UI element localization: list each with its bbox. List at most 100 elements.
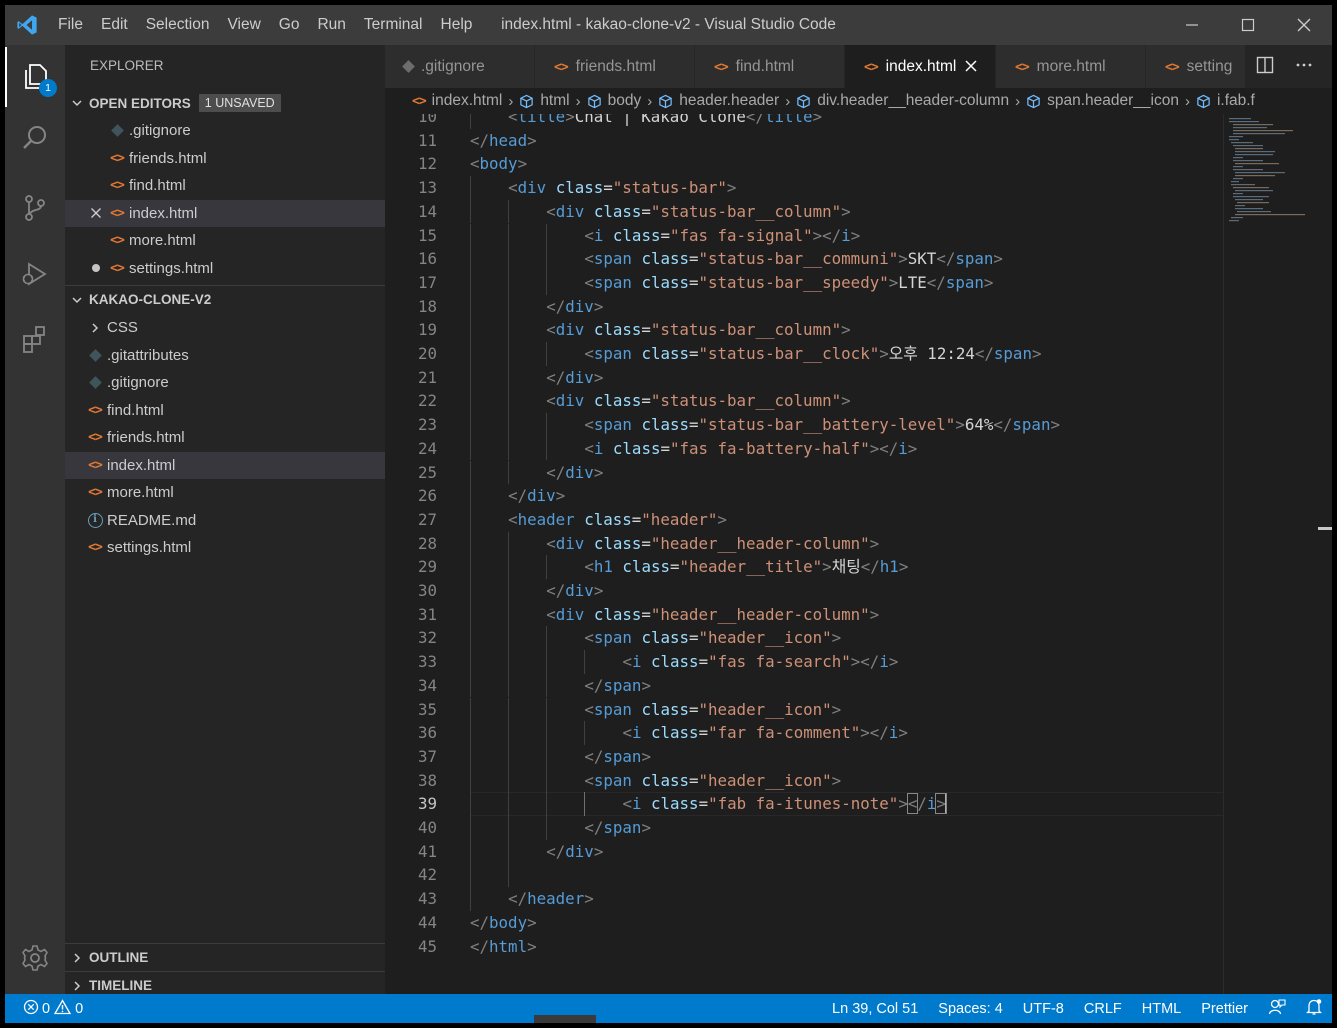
breadcrumb-item[interactable]: html	[519, 92, 570, 110]
line-number: 42	[417, 865, 437, 885]
outline-header[interactable]: OUTLINE	[65, 943, 385, 971]
tab-more-html[interactable]: <> more.html	[996, 45, 1146, 88]
tab-friends-html[interactable]: <> friends.html	[535, 45, 695, 88]
code-text: <div class="status-bar">	[508, 176, 736, 200]
breadcrumb-label: div.header__header-column	[817, 92, 1010, 109]
problems-indicator[interactable]: 0 0	[5, 998, 83, 1019]
indent-guide	[508, 863, 510, 888]
encoding[interactable]: UTF-8	[1013, 994, 1074, 1023]
prettier-status[interactable]: Prettier	[1191, 994, 1258, 1023]
indent-guide	[546, 768, 548, 793]
tab-setting[interactable]: <> setting	[1146, 45, 1246, 88]
breadcrumb-item[interactable]: header.header	[658, 92, 779, 110]
file-item[interactable]: .gitattributes	[65, 342, 385, 369]
open-editor-item[interactable]: .gitignore	[65, 117, 385, 144]
run-debug-button[interactable]	[5, 245, 65, 305]
html-icon: <>	[88, 540, 103, 555]
menu-go[interactable]: Go	[270, 5, 309, 45]
end-of-line[interactable]: CRLF	[1074, 994, 1132, 1023]
code-text: </span>	[584, 674, 651, 698]
language-mode[interactable]: HTML	[1132, 994, 1191, 1023]
vscode-logo-icon	[5, 5, 49, 45]
code-token: </	[470, 912, 490, 932]
file-item[interactable]: <> more.html	[65, 479, 385, 506]
menu-selection[interactable]: Selection	[137, 5, 219, 45]
menu-edit[interactable]: Edit	[92, 5, 137, 45]
more-actions-icon[interactable]	[1295, 56, 1313, 77]
file-item[interactable]: <> find.html	[65, 397, 385, 424]
minimize-button[interactable]	[1164, 5, 1220, 45]
open-editor-item[interactable]: <> index.html	[65, 199, 385, 227]
code-line: 40 </span>	[385, 816, 1223, 840]
split-editor-icon[interactable]	[1256, 56, 1274, 77]
breadcrumb-item[interactable]: span.header__icon	[1026, 92, 1179, 110]
tab-gitignore[interactable]: .gitignore	[385, 45, 535, 88]
manage-button[interactable]	[5, 929, 65, 989]
breadcrumb-item[interactable]: i.fab.f	[1196, 92, 1255, 110]
indent-guide	[470, 436, 471, 461]
code-line: 14 <div class="status-bar__column">	[385, 200, 1223, 224]
file-item[interactable]: i README.md	[65, 507, 385, 534]
vertical-scrollbar[interactable]	[1318, 114, 1332, 994]
file-item[interactable]: <> index.html	[65, 451, 385, 479]
cursor-position[interactable]: Ln 39, Col 51	[822, 994, 928, 1023]
breadcrumb-item[interactable]: body	[587, 92, 641, 110]
html-icon: <>	[412, 93, 427, 109]
code-text: <span class="status-bar__communi">SKT</s…	[584, 247, 1003, 271]
indent-guide	[508, 555, 510, 579]
open-editor-item[interactable]: <> find.html	[65, 172, 385, 199]
minimap[interactable]	[1223, 114, 1323, 994]
menu-run[interactable]: Run	[308, 5, 354, 45]
code-token: </	[926, 272, 946, 292]
open-editor-item[interactable]: <> friends.html	[65, 145, 385, 172]
code-token: <	[584, 438, 594, 458]
explorer-button[interactable]: 1	[5, 47, 65, 107]
breadcrumb-separator: ›	[647, 92, 653, 110]
menu-help[interactable]: Help	[432, 5, 482, 45]
symbol-cube-icon	[587, 94, 602, 109]
close-icon[interactable]	[85, 207, 107, 219]
code-editor[interactable]: 10 <title>Chat | Kakao Clone</title> 11 </h…	[385, 114, 1332, 994]
code-token: "status-bar__column"	[650, 201, 842, 221]
menu-file[interactable]: File	[49, 5, 92, 45]
code-token: class	[641, 272, 689, 292]
file-item[interactable]: .gitignore	[65, 369, 385, 396]
line-number: 45	[417, 936, 437, 956]
search-button[interactable]	[5, 109, 65, 169]
close-tab-icon[interactable]	[965, 57, 977, 77]
feedback-button[interactable]	[1258, 994, 1296, 1023]
code-token: class	[593, 533, 642, 553]
code-token: =	[689, 272, 699, 292]
code-line: 19 <div class="status-bar__column">	[385, 318, 1223, 342]
code-token: div	[555, 604, 585, 624]
notifications-button[interactable]	[1296, 994, 1332, 1023]
source-control-button[interactable]	[5, 179, 65, 239]
extensions-button[interactable]	[5, 310, 65, 370]
file-item[interactable]: <> friends.html	[65, 424, 385, 451]
open-editor-item[interactable]: <> settings.html	[65, 255, 385, 282]
menu-terminal[interactable]: Terminal	[355, 5, 432, 45]
code-token: </	[470, 130, 490, 150]
breadcrumb-item[interactable]: <> index.html	[412, 92, 502, 110]
folder-item[interactable]: CSS	[65, 314, 385, 341]
code-token: "header__icon"	[698, 699, 832, 719]
project-header[interactable]: KAKAO-CLONE-V2	[65, 285, 385, 313]
open-editors-header[interactable]: OPEN EDITORS 1 UNSAVED	[65, 89, 385, 117]
breadcrumb-item[interactable]: div.header__header-column	[796, 92, 1009, 110]
tab-find-html[interactable]: <> find.html	[695, 45, 845, 88]
code-text: <body>	[470, 152, 527, 176]
menu-view[interactable]: View	[218, 5, 269, 45]
indent-guide	[470, 199, 471, 224]
code-token: div	[565, 296, 594, 316]
line-number: 35	[417, 699, 437, 719]
tab-index-html[interactable]: <> index.html	[845, 45, 996, 88]
code-token: "header__header-column"	[650, 604, 870, 624]
code-token: div	[555, 201, 585, 221]
maximize-button[interactable]	[1220, 5, 1276, 45]
code-token: </	[546, 462, 566, 482]
tab-label: find.html	[735, 57, 795, 75]
close-window-button[interactable]	[1276, 5, 1332, 45]
indentation[interactable]: Spaces: 4	[928, 994, 1013, 1023]
file-item[interactable]: <> settings.html	[65, 534, 385, 561]
open-editor-item[interactable]: <> more.html	[65, 227, 385, 254]
